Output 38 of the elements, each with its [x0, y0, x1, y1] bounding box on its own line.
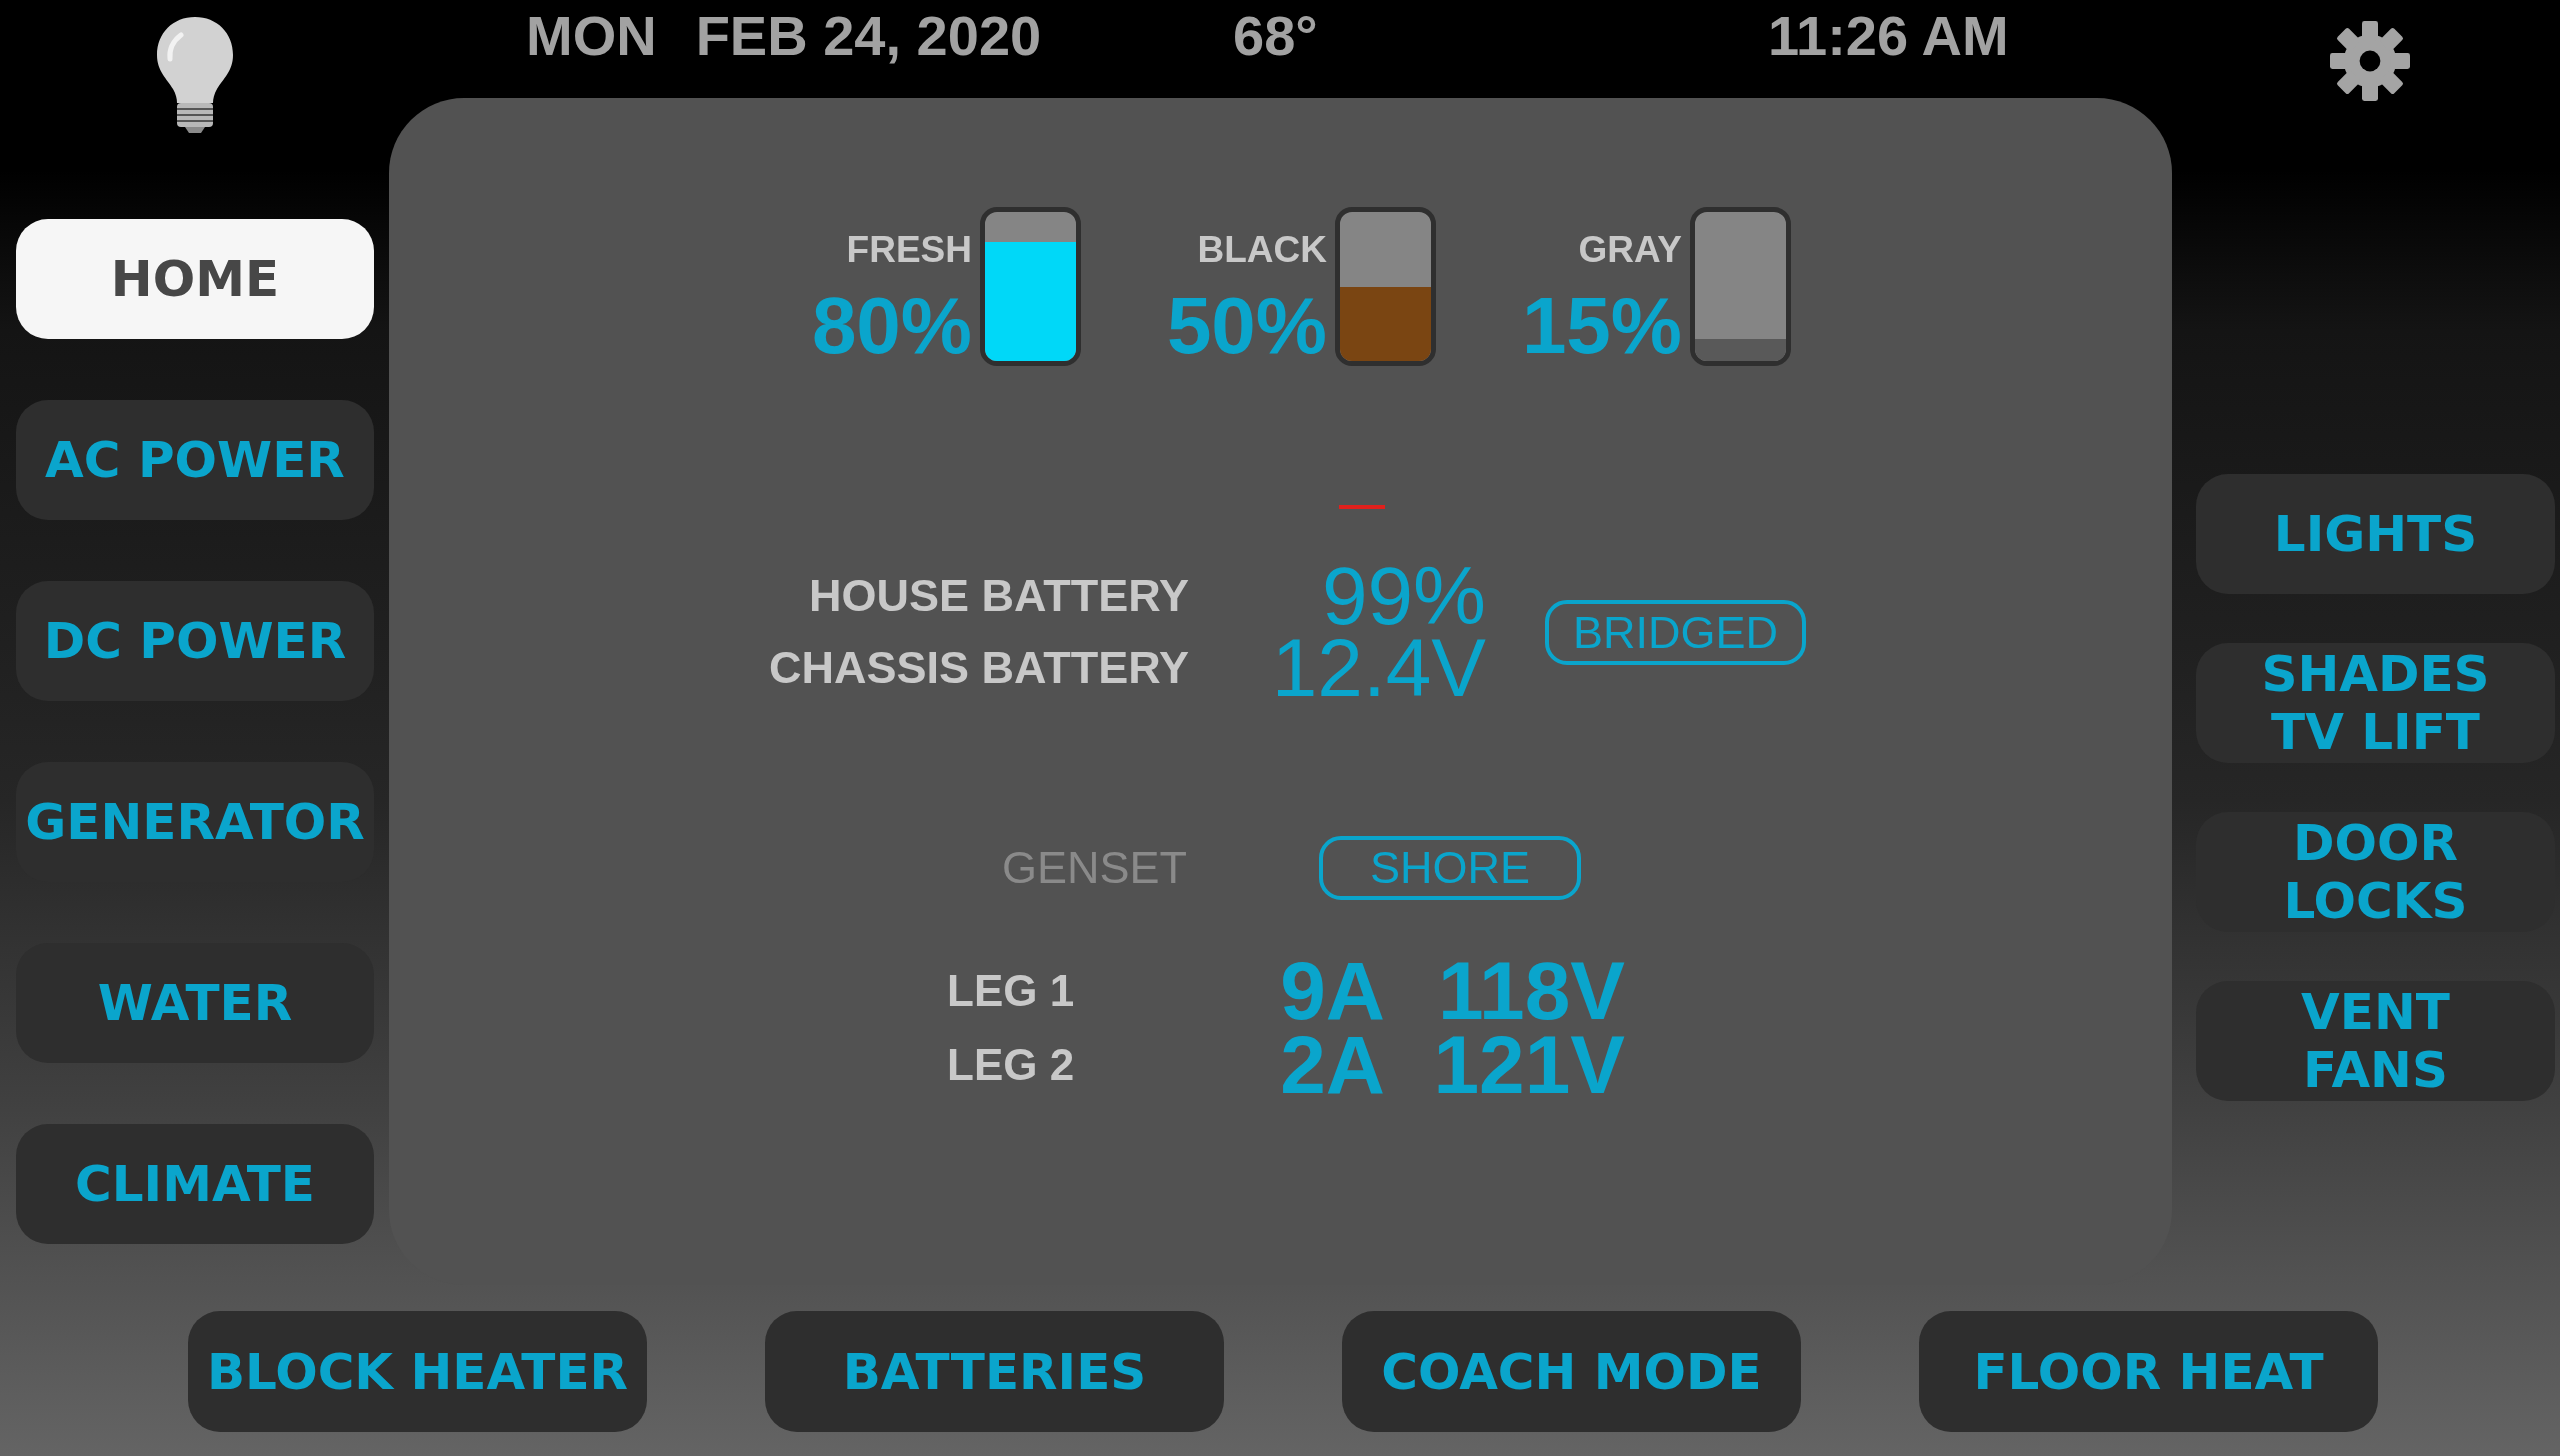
battery-label: HOUSE BATTERY	[808, 569, 1189, 623]
day-text: MON	[526, 3, 657, 69]
tank-label: GRAY	[1578, 228, 1682, 272]
nav-button[interactable]: WATER	[16, 943, 374, 1063]
nav-button[interactable]: CLIMATE	[16, 1124, 374, 1244]
nav-button[interactable]: BATTERIES	[765, 1311, 1224, 1432]
nav-button[interactable]: BLOCK HEATER	[188, 1311, 647, 1432]
temperature-text: 68°	[1233, 3, 1318, 69]
tank-label: BLACK	[1197, 228, 1327, 272]
nav-button[interactable]: FLOOR HEAT	[1919, 1311, 2378, 1432]
nav-button[interactable]: HOME	[16, 219, 374, 339]
voltage-reading: 118V	[1438, 954, 1625, 1028]
nav-button[interactable]: SHADES TV LIFT	[2196, 643, 2555, 763]
nav-button[interactable]: LIGHTS	[2196, 474, 2555, 594]
tank-reading: 50%	[1166, 286, 1327, 366]
nav-button[interactable]: DC POWER	[16, 581, 374, 701]
tank-reading: 15%	[1521, 286, 1682, 366]
lightbulb-icon[interactable]	[155, 15, 235, 135]
nav-button[interactable]: VENT FANS	[2196, 981, 2555, 1101]
source-toggle[interactable]: SHORE	[1319, 836, 1581, 900]
leg-label: LEG 1	[947, 965, 1075, 1017]
current-reading: 2A	[1280, 1028, 1385, 1102]
tank-reading: 80%	[811, 286, 972, 366]
time-text: 11:26 AM	[1768, 3, 2009, 69]
nav-button[interactable]: DOOR LOCKS	[2196, 812, 2555, 932]
battery-reading: 12.4V	[1271, 631, 1486, 705]
battery-label: CHASSIS BATTERY	[768, 641, 1189, 695]
nav-button[interactable]: COACH MODE	[1342, 1311, 1801, 1432]
status-badge: BRIDGED	[1545, 599, 1806, 665]
settings-icon[interactable]	[2330, 21, 2410, 101]
date-text: FEB 24, 2020	[695, 3, 1042, 69]
leg-label: LEG 2	[947, 1039, 1075, 1091]
dash-icon	[1339, 505, 1385, 509]
current-reading: 9A	[1280, 954, 1385, 1028]
battery-reading: 99%	[1321, 559, 1486, 633]
voltage-reading: 121V	[1433, 1028, 1625, 1102]
nav-button[interactable]: AC POWER	[16, 400, 374, 520]
tank-label: FRESH	[846, 228, 972, 272]
